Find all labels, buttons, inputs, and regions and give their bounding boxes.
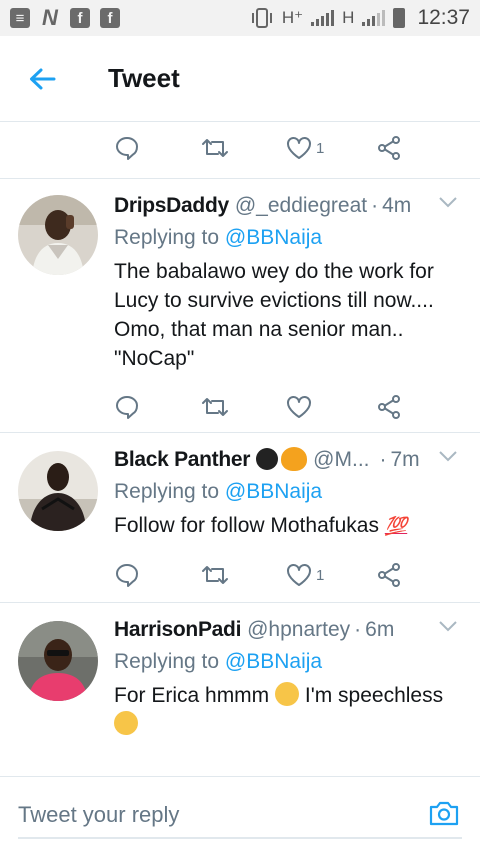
share-icon <box>378 563 400 587</box>
retweet-button[interactable] <box>200 562 286 588</box>
display-name[interactable]: HarrisonPadi <box>114 618 241 642</box>
heart-icon <box>287 137 311 159</box>
facebook-icon: f <box>70 8 90 28</box>
like-count: 1 <box>316 566 325 584</box>
display-name[interactable]: Black Panther <box>114 448 250 472</box>
reply-placeholder: Tweet your reply <box>18 802 180 827</box>
timestamp: 4m <box>382 194 412 217</box>
more-options-button[interactable] <box>438 449 458 468</box>
tweet-item[interactable]: Black Panther @M... · 7m Replying to @BB… <box>0 432 480 602</box>
mention-link[interactable]: @BBNaija <box>225 226 322 249</box>
tweet-item[interactable]: HarrisonPadi @hpnartey · 6m Replying to … <box>0 602 480 776</box>
avatar[interactable] <box>18 451 98 531</box>
tweet-feed[interactable]: 1 DripsDaddy @_eddiegreat · 4m Replying … <box>0 122 480 776</box>
like-button[interactable]: 1 <box>286 563 376 587</box>
user-handle: @hpnartey <box>247 618 351 641</box>
tweet-item[interactable]: DripsDaddy @_eddiegreat · 4m Replying to… <box>0 178 480 432</box>
black-circle-emoji <box>256 447 279 473</box>
avatar[interactable] <box>18 195 98 275</box>
user-handle: @_eddiegreat <box>234 194 368 217</box>
heart-icon <box>287 396 311 418</box>
reply-bar: Tweet your reply <box>0 776 480 854</box>
retweet-button[interactable] <box>200 394 286 420</box>
retweet-icon <box>202 566 228 584</box>
camera-button[interactable] <box>428 799 460 832</box>
signal-icon <box>311 10 335 26</box>
chevron-down-icon <box>439 451 457 462</box>
page-title: Tweet <box>108 63 180 93</box>
tweet-actions <box>114 387 434 427</box>
user-handle: @M... <box>313 448 370 471</box>
avatar[interactable] <box>18 621 98 701</box>
mail-icon: ≡ <box>10 8 30 28</box>
camera-icon <box>429 801 459 825</box>
heart-icon <box>287 564 311 586</box>
share-button[interactable] <box>376 562 416 588</box>
network-type-1: H⁺ <box>281 8 304 27</box>
tweet-actions: 1 <box>114 555 434 595</box>
chevron-down-icon <box>439 197 457 208</box>
mention-link[interactable]: @BBNaija <box>225 650 322 673</box>
tweet-actions <box>114 769 434 776</box>
monocle-face-emoji <box>275 682 300 706</box>
share-icon <box>378 136 400 160</box>
reply-icon <box>116 137 138 160</box>
reply-icon <box>116 564 138 587</box>
tweet-text: Follow for follow Mothafukas 💯 <box>114 511 462 541</box>
back-arrow-icon <box>30 68 56 89</box>
retweet-icon <box>202 398 228 416</box>
replying-to: Replying to @BBNaija <box>114 226 323 249</box>
more-options-button[interactable] <box>438 195 458 214</box>
tweet-actions: 1 <box>114 128 434 168</box>
vibrate-icon <box>251 8 272 28</box>
status-bar: ≡ N f f H⁺ H 12:37 <box>0 0 480 36</box>
network-type-2: H <box>342 8 355 27</box>
timestamp: 7m <box>390 448 420 471</box>
reply-button[interactable] <box>114 394 200 420</box>
signal-icon <box>362 10 386 26</box>
share-button[interactable] <box>376 394 416 420</box>
share-button[interactable] <box>376 135 416 161</box>
tiger-emoji <box>281 447 308 473</box>
more-options-button[interactable] <box>438 619 458 638</box>
tweet-text: For Erica hmmm I'm speechless <box>114 681 462 739</box>
replying-to: Replying to @BBNaija <box>114 480 323 503</box>
reply-button[interactable] <box>114 562 200 588</box>
display-name[interactable]: DripsDaddy <box>114 194 229 218</box>
reply-input[interactable]: Tweet your reply <box>18 793 462 839</box>
n-icon: N <box>42 5 58 30</box>
tweet-text: The babalawo wey do the work for Lucy to… <box>114 260 434 370</box>
hundred-points-emoji: 💯 <box>384 516 408 536</box>
chevron-down-icon <box>439 621 457 632</box>
header: Tweet <box>0 36 480 122</box>
back-button[interactable] <box>0 36 84 122</box>
mention-link[interactable]: @BBNaija <box>225 480 322 503</box>
like-count: 1 <box>316 139 325 157</box>
like-button[interactable] <box>286 395 376 419</box>
reply-button[interactable] <box>114 135 200 161</box>
like-button[interactable]: 1 <box>286 136 376 160</box>
replying-to: Replying to @BBNaija <box>114 650 323 673</box>
battery-icon <box>393 8 406 28</box>
speechless-face-emoji <box>114 711 138 735</box>
timestamp: 6m <box>365 618 395 641</box>
clock: 12:37 <box>417 6 470 29</box>
reply-icon <box>116 396 138 419</box>
retweet-button[interactable] <box>200 135 286 161</box>
share-icon <box>378 395 400 419</box>
facebook-icon: f <box>100 8 120 28</box>
retweet-icon <box>202 139 228 157</box>
